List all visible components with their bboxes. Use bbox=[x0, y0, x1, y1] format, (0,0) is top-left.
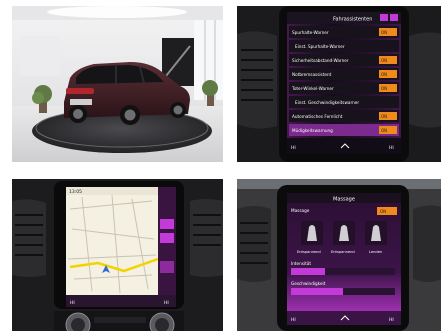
toggle-label: ON bbox=[381, 58, 387, 63]
intensity-slider[interactable] bbox=[291, 268, 325, 275]
list-item[interactable]: Notbremsassistent ON bbox=[289, 68, 399, 80]
bottom-right-label: HI bbox=[389, 317, 394, 323]
row-label: Spurhalte-Warner bbox=[292, 30, 329, 35]
list-item[interactable]: Einst. Geschwindigkeitswarner bbox=[289, 96, 399, 108]
close-icon[interactable] bbox=[380, 14, 388, 21]
row-label: Toter-Winkel-Warner bbox=[291, 86, 334, 91]
program-label: Entspannend bbox=[297, 250, 321, 254]
list-item[interactable]: Müdigkeitswarnung ON bbox=[289, 124, 399, 136]
settings-screen: Fahrassistenten Spurhalte-Warner ON Eins… bbox=[237, 6, 441, 162]
bottom-left-label: HI bbox=[291, 317, 296, 323]
toggle-label: ON bbox=[381, 30, 387, 35]
header-title: Fahrassistenten bbox=[333, 17, 372, 23]
toggle-label: ON bbox=[381, 128, 387, 133]
toggle-label: ON bbox=[381, 72, 387, 77]
program-option[interactable]: Entspannend bbox=[331, 221, 355, 254]
settings-screen-photo: Fahrassistenten Spurhalte-Warner ON Eins… bbox=[237, 6, 441, 162]
list-item[interactable]: Toter-Winkel-Warner ON bbox=[289, 82, 399, 94]
speed-label: Geschwindigkeit bbox=[291, 281, 326, 286]
list-item[interactable]: Spurhalte-Warner ON bbox=[289, 26, 399, 38]
bottom-right-label: HI bbox=[164, 300, 169, 306]
clock: 13:05 bbox=[69, 189, 82, 195]
speed-slider[interactable] bbox=[291, 288, 343, 295]
toggle-label: ON bbox=[381, 114, 387, 119]
row-label: Einst. Geschwindigkeitswarner bbox=[295, 100, 359, 105]
program-label: Lenden bbox=[369, 250, 382, 254]
zoom-out-button[interactable] bbox=[160, 233, 174, 243]
bottom-right-label: HI bbox=[389, 145, 394, 151]
toggle-label: ON bbox=[380, 209, 386, 214]
row-label: Einst. Spurhalte-Warner bbox=[295, 44, 345, 49]
showroom-photo bbox=[12, 6, 223, 162]
header-title: Massage bbox=[333, 197, 355, 203]
zoom-in-button[interactable] bbox=[160, 219, 174, 229]
bottom-left-label: HI bbox=[291, 145, 296, 151]
showroom-scene bbox=[12, 6, 223, 162]
menu-icon[interactable] bbox=[390, 14, 398, 21]
navigation-screen: 13:05 HI HI bbox=[12, 179, 223, 331]
list-item[interactable]: Sicherheitsabstand-Warner ON bbox=[289, 54, 399, 66]
row-label: Müdigkeitswarnung bbox=[292, 128, 333, 133]
list-item[interactable]: Automatisches Fernlicht ON bbox=[289, 110, 399, 122]
program-label: Entspannend bbox=[331, 250, 355, 254]
navigation-screen-photo: 13:05 HI HI bbox=[12, 179, 223, 331]
row-label: Notbremsassistent bbox=[292, 72, 332, 77]
toggle-label: ON bbox=[381, 86, 387, 91]
row-label: Sicherheitsabstand-Warner bbox=[292, 58, 349, 63]
row-label: Automatisches Fernlicht bbox=[292, 114, 343, 119]
section-label: Massage bbox=[291, 208, 310, 213]
bottom-left-label: HI bbox=[70, 300, 75, 306]
map-menu-button[interactable] bbox=[160, 261, 174, 273]
list-item[interactable]: Einst. Spurhalte-Warner bbox=[289, 40, 399, 52]
intensity-label: Intensität bbox=[291, 261, 311, 266]
program-options: Entspannend Entspannend Lenden bbox=[297, 221, 387, 254]
massage-screen: Massage Massage ON Entspannend Entspanne… bbox=[237, 179, 441, 331]
massage-screen-photo: Massage Massage ON Entspannend Entspanne… bbox=[237, 179, 441, 331]
